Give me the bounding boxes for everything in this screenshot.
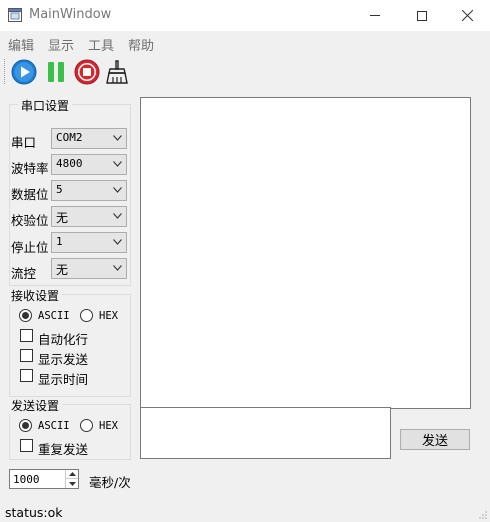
interval-unit: 毫秒/次 xyxy=(89,475,131,490)
chevron-down-icon xyxy=(113,213,122,219)
repeat-send-checkbox[interactable] xyxy=(20,439,33,452)
send-hex-label: HEX xyxy=(99,420,118,432)
chevron-down-icon xyxy=(113,161,122,167)
show-send-label: 显示发送 xyxy=(38,352,89,367)
window-title: MainWindow xyxy=(29,7,112,22)
databits-label: 数据位 xyxy=(11,187,49,202)
close-icon xyxy=(461,10,473,21)
spin-down-button[interactable] xyxy=(65,479,78,488)
title-bar: MainWindow xyxy=(0,0,490,31)
parity-label: 校验位 xyxy=(11,213,49,228)
receive-settings-title: 接收设置 xyxy=(8,287,63,304)
show-send-checkbox[interactable] xyxy=(20,349,33,362)
flowcontrol-select[interactable]: 无 xyxy=(51,258,127,279)
parity-select[interactable]: 无 xyxy=(51,206,127,227)
menu-help[interactable]: 帮助 xyxy=(128,35,154,54)
receive-ascii-label: ASCII xyxy=(38,310,70,322)
close-button[interactable] xyxy=(444,0,490,31)
flowcontrol-value: 无 xyxy=(56,263,69,277)
maximize-button[interactable] xyxy=(399,0,445,31)
toolbar xyxy=(0,55,490,88)
maximize-icon xyxy=(417,10,427,21)
play-button[interactable] xyxy=(10,58,38,86)
serial-settings-title: 串口设置 xyxy=(18,97,73,114)
chevron-down-icon xyxy=(68,481,76,486)
chevron-down-icon xyxy=(113,135,122,141)
send-ascii-radio[interactable] xyxy=(19,419,32,432)
stop-button[interactable] xyxy=(73,58,101,86)
minimize-button[interactable] xyxy=(352,0,398,31)
auto-wrap-label: 自动化行 xyxy=(38,332,89,347)
menu-tools[interactable]: 工具 xyxy=(88,35,114,54)
flowcontrol-label: 流控 xyxy=(11,266,37,281)
stop-icon xyxy=(74,59,100,85)
size-grip-icon[interactable] xyxy=(478,510,488,520)
show-time-label: 显示时间 xyxy=(38,372,89,387)
baud-value: 4800 xyxy=(56,157,83,170)
send-settings-title: 发送设置 xyxy=(8,397,63,414)
baud-select[interactable]: 4800 xyxy=(51,154,127,175)
baud-label: 波特率 xyxy=(11,161,49,176)
receive-hex-radio[interactable] xyxy=(80,309,93,322)
app-icon xyxy=(8,8,22,22)
chevron-down-icon xyxy=(113,239,122,245)
stopbits-select[interactable]: 1 xyxy=(51,232,127,253)
show-time-checkbox[interactable] xyxy=(20,369,33,382)
send-button[interactable]: 发送 xyxy=(400,429,470,450)
receive-hex-label: HEX xyxy=(99,310,118,322)
toolbar-handle[interactable] xyxy=(4,59,6,84)
minimize-icon xyxy=(370,15,380,16)
stopbits-label: 停止位 xyxy=(11,240,49,255)
send-ascii-label: ASCII xyxy=(38,420,70,432)
stopbits-value: 1 xyxy=(56,235,63,248)
chevron-down-icon xyxy=(113,265,122,271)
play-icon xyxy=(11,59,37,85)
auto-wrap-checkbox[interactable] xyxy=(20,329,33,342)
databits-value: 5 xyxy=(56,183,63,196)
pause-button[interactable] xyxy=(42,58,70,86)
menu-edit[interactable]: 编辑 xyxy=(8,35,34,54)
broom-icon xyxy=(106,60,128,84)
parity-value: 无 xyxy=(56,211,69,225)
chevron-down-icon xyxy=(113,187,122,193)
port-select[interactable]: COM2 xyxy=(51,128,127,149)
receive-ascii-radio[interactable] xyxy=(19,309,32,322)
pause-icon xyxy=(48,62,64,82)
repeat-send-label: 重复发送 xyxy=(38,442,89,457)
port-label: 串口 xyxy=(11,135,37,150)
menu-view[interactable]: 显示 xyxy=(48,35,74,54)
databits-select[interactable]: 5 xyxy=(51,180,127,201)
status-text: status:ok xyxy=(5,505,63,520)
menu-bar: 编辑 显示 工具 帮助 xyxy=(0,31,490,54)
spin-up-button[interactable] xyxy=(65,470,78,479)
clear-button[interactable] xyxy=(103,58,131,86)
port-value: COM2 xyxy=(56,131,83,144)
chevron-up-icon xyxy=(68,472,76,476)
interval-value: 1000 xyxy=(13,473,40,486)
send-textarea[interactable] xyxy=(140,407,391,459)
receive-textarea[interactable] xyxy=(140,97,471,409)
send-hex-radio[interactable] xyxy=(80,419,93,432)
interval-spinbox[interactable]: 1000 xyxy=(9,469,79,489)
